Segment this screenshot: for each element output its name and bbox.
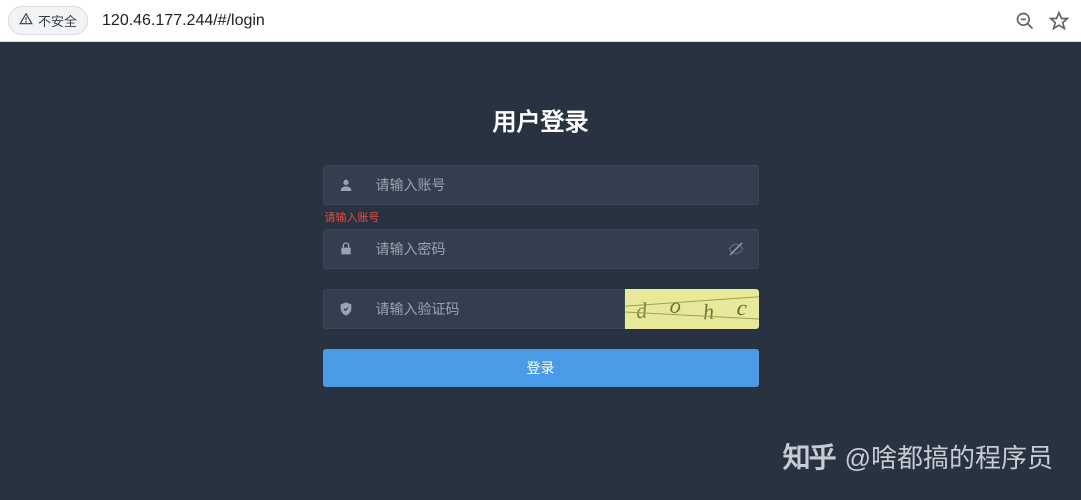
bookmark-star-icon[interactable] <box>1045 7 1073 35</box>
captcha-field[interactable] <box>323 289 625 329</box>
page-title: 用户登录 <box>493 102 589 137</box>
lock-icon <box>338 241 354 257</box>
login-form: 请输入账号 d o h c 登录 <box>323 165 759 387</box>
zoom-icon[interactable] <box>1011 7 1039 35</box>
shield-icon <box>338 301 354 317</box>
zhihu-logo: 知乎 <box>783 436 835 476</box>
watermark: 知乎 @啥都搞的程序员 <box>783 436 1053 476</box>
captcha-char: c <box>736 295 748 322</box>
username-field[interactable] <box>323 165 759 205</box>
password-input[interactable] <box>376 241 728 257</box>
password-field[interactable] <box>323 229 759 269</box>
login-button[interactable]: 登录 <box>323 349 759 387</box>
captcha-input[interactable] <box>376 301 610 317</box>
security-chip[interactable]: 不安全 <box>8 6 88 35</box>
user-icon <box>338 177 354 193</box>
eye-icon[interactable] <box>728 241 744 257</box>
captcha-char: d <box>635 297 649 324</box>
captcha-row: d o h c <box>323 289 759 329</box>
security-label: 不安全 <box>38 11 77 30</box>
captcha-char: h <box>703 299 716 326</box>
captcha-char: o <box>668 292 683 319</box>
captcha-image[interactable]: d o h c <box>625 289 759 329</box>
url-input[interactable] <box>94 12 1005 30</box>
username-error: 请输入账号 <box>323 209 759 225</box>
username-input[interactable] <box>376 177 744 193</box>
watermark-text: @啥都搞的程序员 <box>845 438 1053 475</box>
login-page: 用户登录 请输入账号 <box>0 42 1081 500</box>
warning-icon <box>19 12 33 29</box>
browser-address-bar: 不安全 <box>0 0 1081 42</box>
